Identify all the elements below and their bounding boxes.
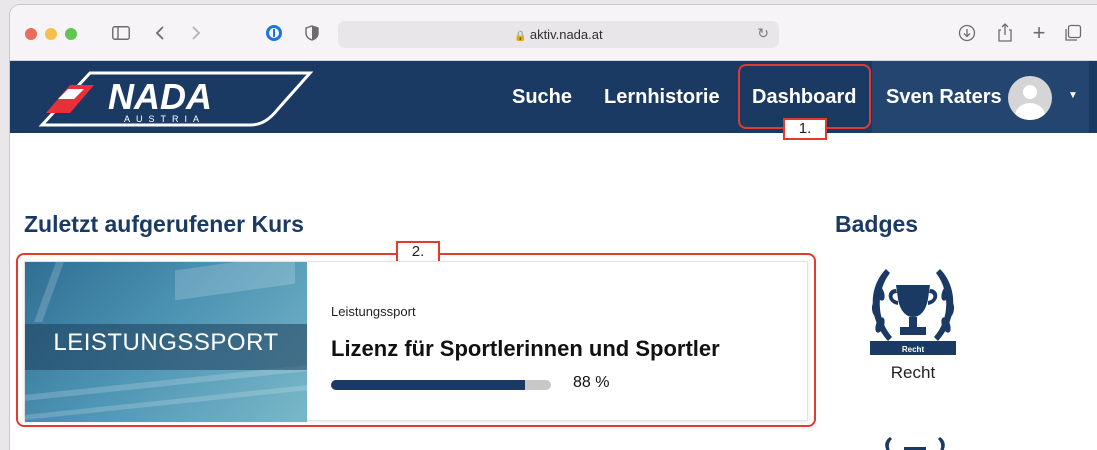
download-icon[interactable] [957, 22, 977, 44]
avatar-head-icon [1023, 85, 1037, 99]
zoom-window-button[interactable] [65, 28, 77, 40]
course-progress-bar [331, 380, 551, 390]
annotation-label-2: 2. [396, 241, 440, 263]
logo-text: NADA [108, 76, 212, 117]
badge-label: Recht [890, 363, 936, 382]
badge-ribbon-text: Recht [902, 345, 925, 354]
nav-link-lernhistorie[interactable]: Lernhistorie [604, 86, 720, 109]
badges-heading: Badges [835, 211, 919, 237]
user-name: Sven Raters [886, 86, 1002, 108]
chevron-down-icon: ▼ [1068, 90, 1078, 101]
avatar [1008, 76, 1052, 120]
nada-austria-logo[interactable]: NADA AUSTRIA [24, 69, 314, 127]
address-bar-url: 🔒 aktiv.nada.at [514, 27, 603, 42]
course-category: Leistungssport [331, 304, 416, 319]
sidebar-icon[interactable] [110, 22, 132, 44]
nav-link-suche[interactable]: Suche [512, 86, 572, 109]
shield-icon[interactable] [303, 22, 321, 44]
browser-window: 🔒 aktiv.nada.at ↻ + NADA AUSTRIA Suche Le… [10, 5, 1097, 450]
course-title[interactable]: Lizenz für Sportlerinnen und Sportler [331, 336, 720, 362]
reload-icon[interactable]: ↻ [757, 25, 769, 42]
trophy-badge-icon-partial[interactable] [870, 433, 960, 450]
new-tab-icon[interactable]: + [1029, 20, 1049, 45]
share-icon[interactable] [995, 22, 1015, 44]
trophy-badge-icon[interactable]: Recht [858, 257, 968, 377]
forward-icon[interactable] [188, 22, 204, 44]
back-icon[interactable] [152, 22, 168, 44]
browser-toolbar: 🔒 aktiv.nada.at ↻ + [10, 5, 1097, 61]
minimize-window-button[interactable] [45, 28, 57, 40]
course-progress-label: 88 % [573, 374, 610, 391]
password-icon[interactable] [263, 22, 285, 44]
user-menu[interactable]: Sven Raters ▼ [872, 61, 1089, 133]
image-stripe [25, 365, 307, 401]
annotation-label-1: 1. [783, 118, 827, 140]
recent-course-card[interactable]: LEISTUNGSSPORT Leistungssport Lizenz für… [24, 261, 808, 422]
logo-subtext: AUSTRIA [124, 114, 205, 124]
lock-icon: 🔒 [514, 31, 527, 42]
avatar-body-icon [1015, 103, 1045, 120]
address-bar[interactable]: 🔒 aktiv.nada.at ↻ [338, 21, 779, 48]
course-progress-fill [331, 380, 525, 390]
image-stripe [175, 262, 295, 301]
site-navbar: NADA AUSTRIA Suche Lernhistorie Dashboar… [10, 61, 1097, 133]
course-image: LEISTUNGSSPORT [25, 262, 307, 422]
close-window-button[interactable] [25, 28, 37, 40]
tabs-overview-icon[interactable] [1063, 22, 1083, 44]
image-stripe [34, 262, 64, 322]
recent-course-heading: Zuletzt aufgerufener Kurs [24, 211, 304, 237]
course-image-title: LEISTUNGSSPORT [53, 329, 279, 356]
